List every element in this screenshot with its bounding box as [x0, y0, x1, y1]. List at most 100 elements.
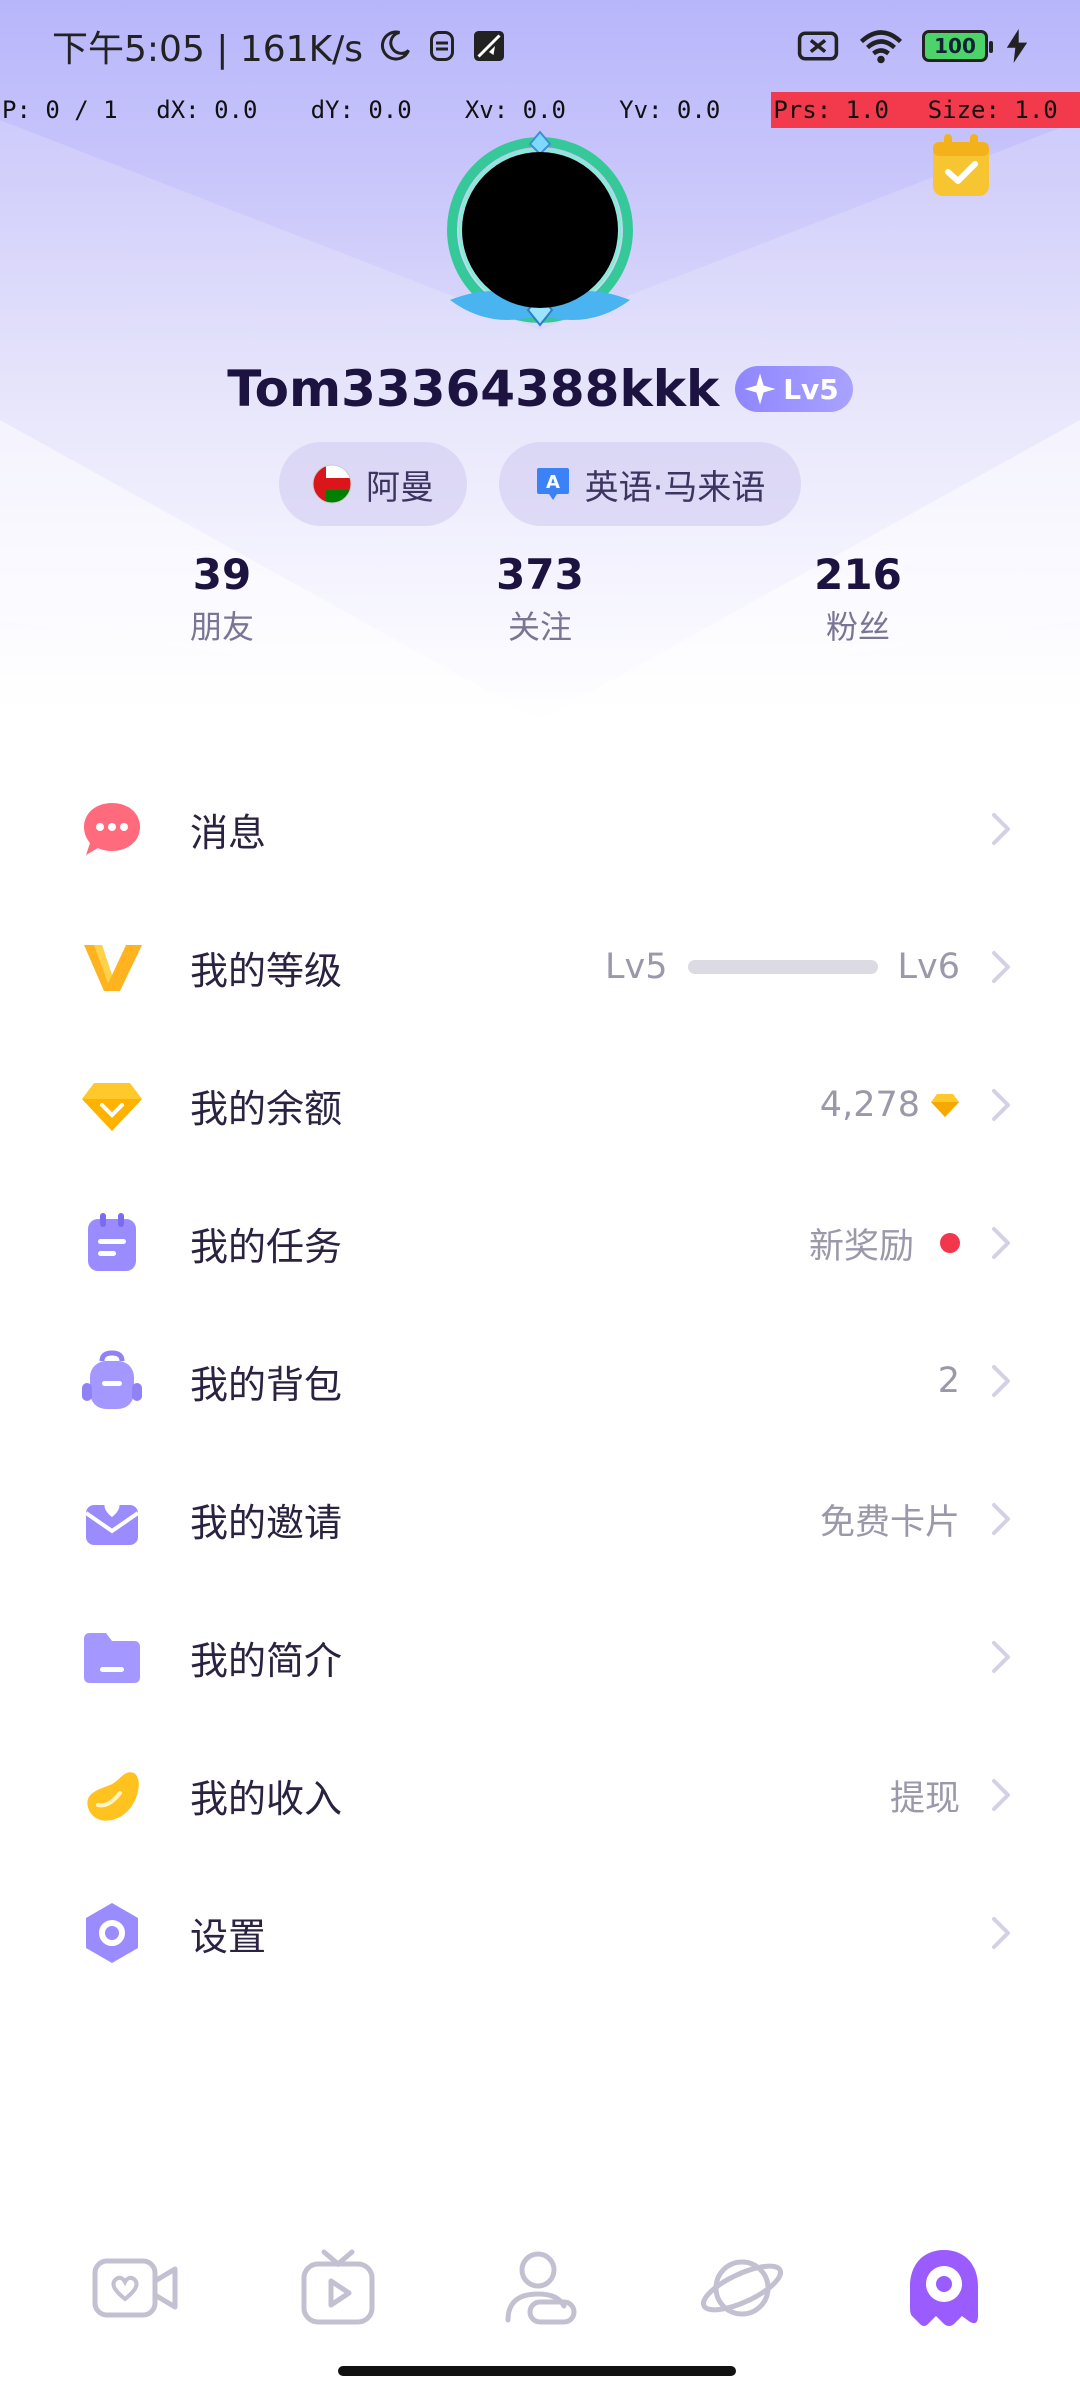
svg-text:A: A	[546, 472, 560, 493]
sim-icon	[474, 31, 505, 61]
chevron-right-icon	[992, 1641, 1010, 1673]
nav-me[interactable]	[896, 2240, 992, 2336]
level-current: Lv5	[605, 947, 668, 987]
tasks-status: 新奖励	[809, 1218, 960, 1269]
folder-icon	[78, 1623, 146, 1691]
menu-item-messages[interactable]: 消息	[0, 760, 1080, 898]
menu-label-backpack: 我的背包	[190, 1362, 343, 1407]
menu-item-tasks[interactable]: 我的任务 新奖励	[0, 1174, 1080, 1312]
tasks-new-reward: 新奖励	[808, 1226, 914, 1267]
planet-icon	[700, 2259, 784, 2317]
menu-label-income: 我的收入	[190, 1776, 343, 1821]
debug-size: Size: 1.0	[925, 92, 1080, 128]
vip-v-icon	[78, 933, 146, 1001]
stat-following-label: 关注	[507, 608, 572, 646]
stat-friends[interactable]: 39 朋友	[122, 548, 322, 652]
income-withdraw-text: 提现	[889, 1778, 960, 1819]
chevron-right-icon	[992, 1503, 1010, 1535]
menu-label-invite: 我的邀请	[190, 1500, 343, 1545]
wifi-icon	[859, 30, 903, 64]
settings-hexagon-icon	[78, 1899, 146, 1967]
stat-fans-count: 216	[814, 550, 902, 599]
menu-label-messages: 消息	[190, 810, 267, 855]
debug-dy: dY: 0.0	[310, 96, 412, 124]
status-time: 下午5:05 | 161K/s	[52, 29, 364, 70]
message-bubble-icon	[78, 795, 146, 863]
invite-envelope-icon	[78, 1485, 146, 1553]
video-call-icon	[92, 2258, 178, 2318]
charging-icon	[1006, 29, 1028, 63]
language-tag: A 英语·马来语	[499, 442, 801, 526]
home-indicator[interactable]	[338, 2366, 736, 2376]
backpack-count-value: 2	[937, 1361, 960, 1401]
stat-following[interactable]: 373 关注	[440, 548, 640, 652]
backpack-icon	[78, 1347, 146, 1415]
status-bar: 下午5:05 | 161K/s 100	[0, 0, 1080, 92]
debug-dx: dX: 0.0	[156, 96, 258, 124]
menu-item-invite[interactable]: 我的邀请 免费卡片	[0, 1450, 1080, 1588]
invite-hint: 免费卡片	[820, 1494, 960, 1545]
backpack-count: 2	[938, 1361, 960, 1401]
menu-item-income[interactable]: 我的收入 提现	[0, 1726, 1080, 1864]
chevron-right-icon	[992, 1227, 1010, 1259]
nav-friends[interactable]	[492, 2240, 588, 2336]
debug-xv: Xv: 0.0	[464, 96, 566, 124]
level-badge: Lv5	[735, 366, 853, 412]
profile-mascot-icon	[910, 2250, 978, 2326]
diamond-icon	[78, 1071, 146, 1139]
profile-menu: 消息 我的等级 Lv5 Lv6 我的余额 4,278 我的任务 新奖励 我的背包…	[0, 760, 1080, 2002]
level-badge-text: Lv5	[783, 372, 839, 406]
menu-label-settings: 设置	[190, 1914, 267, 1959]
nav-tv[interactable]	[290, 2240, 386, 2336]
country-name: 阿曼	[366, 467, 434, 508]
bottom-navigation	[0, 2230, 1080, 2350]
menu-item-settings[interactable]: 设置	[0, 1864, 1080, 2002]
chevron-right-icon	[992, 951, 1010, 983]
nav-video-call[interactable]	[88, 2240, 184, 2336]
language-names: 英语·马来语	[584, 467, 766, 508]
battery-icon: 100	[922, 30, 993, 62]
level-progress: Lv5 Lv6	[605, 947, 960, 987]
debug-yv: Yv: 0.0	[619, 96, 721, 124]
avatar-image	[462, 152, 618, 308]
friends-icon	[505, 2251, 577, 2325]
avatar[interactable]	[440, 130, 640, 330]
stat-fans-label: 粉丝	[825, 608, 890, 646]
username: Tom33364388kkk	[227, 360, 720, 418]
country-tag: 阿曼	[279, 442, 467, 526]
sparkle-icon	[744, 373, 776, 405]
debug-pressure: Prs: 1.0	[771, 92, 926, 128]
chevron-right-icon	[992, 1089, 1010, 1121]
nav-explore[interactable]	[694, 2240, 790, 2336]
stat-friends-label: 朋友	[189, 608, 254, 646]
chevron-right-icon	[992, 813, 1010, 845]
task-notebook-icon	[78, 1209, 146, 1277]
income-withdraw: 提现	[890, 1770, 960, 1821]
menu-item-balance[interactable]: 我的余额 4,278	[0, 1036, 1080, 1174]
stat-fans[interactable]: 216 粉丝	[758, 548, 958, 652]
chevron-right-icon	[992, 1779, 1010, 1811]
chevron-right-icon	[992, 1365, 1010, 1397]
chevron-right-icon	[992, 1917, 1010, 1949]
menu-label-tasks: 我的任务	[190, 1224, 343, 1269]
balance-value: 4,278	[820, 1085, 960, 1125]
menu-item-level[interactable]: 我的等级 Lv5 Lv6	[0, 898, 1080, 1036]
invite-free-card: 免费卡片	[819, 1502, 960, 1543]
notification-icon	[430, 31, 455, 61]
moon-icon	[381, 30, 410, 61]
pointer-debug-overlay: P: 0 / 1 dX: 0.0 dY: 0.0 Xv: 0.0 Yv: 0.0…	[0, 92, 1080, 128]
stat-following-count: 373	[496, 550, 584, 599]
daily-task-calendar-icon[interactable]	[930, 132, 992, 200]
gem-icon	[931, 1094, 959, 1117]
oman-flag-icon	[312, 464, 352, 504]
translate-icon: A	[536, 468, 569, 500]
no-sim-icon	[797, 31, 839, 61]
menu-label-level: 我的等级	[190, 948, 343, 993]
stat-friends-count: 39	[192, 550, 252, 599]
menu-item-backpack[interactable]: 我的背包 2	[0, 1312, 1080, 1450]
menu-item-profile[interactable]: 我的简介	[0, 1588, 1080, 1726]
menu-label-balance: 我的余额	[190, 1086, 343, 1131]
notification-dot	[940, 1233, 960, 1253]
profile-tags: 阿曼 A 英语·马来语	[0, 442, 1080, 526]
menu-label-profile: 我的简介	[190, 1638, 343, 1683]
